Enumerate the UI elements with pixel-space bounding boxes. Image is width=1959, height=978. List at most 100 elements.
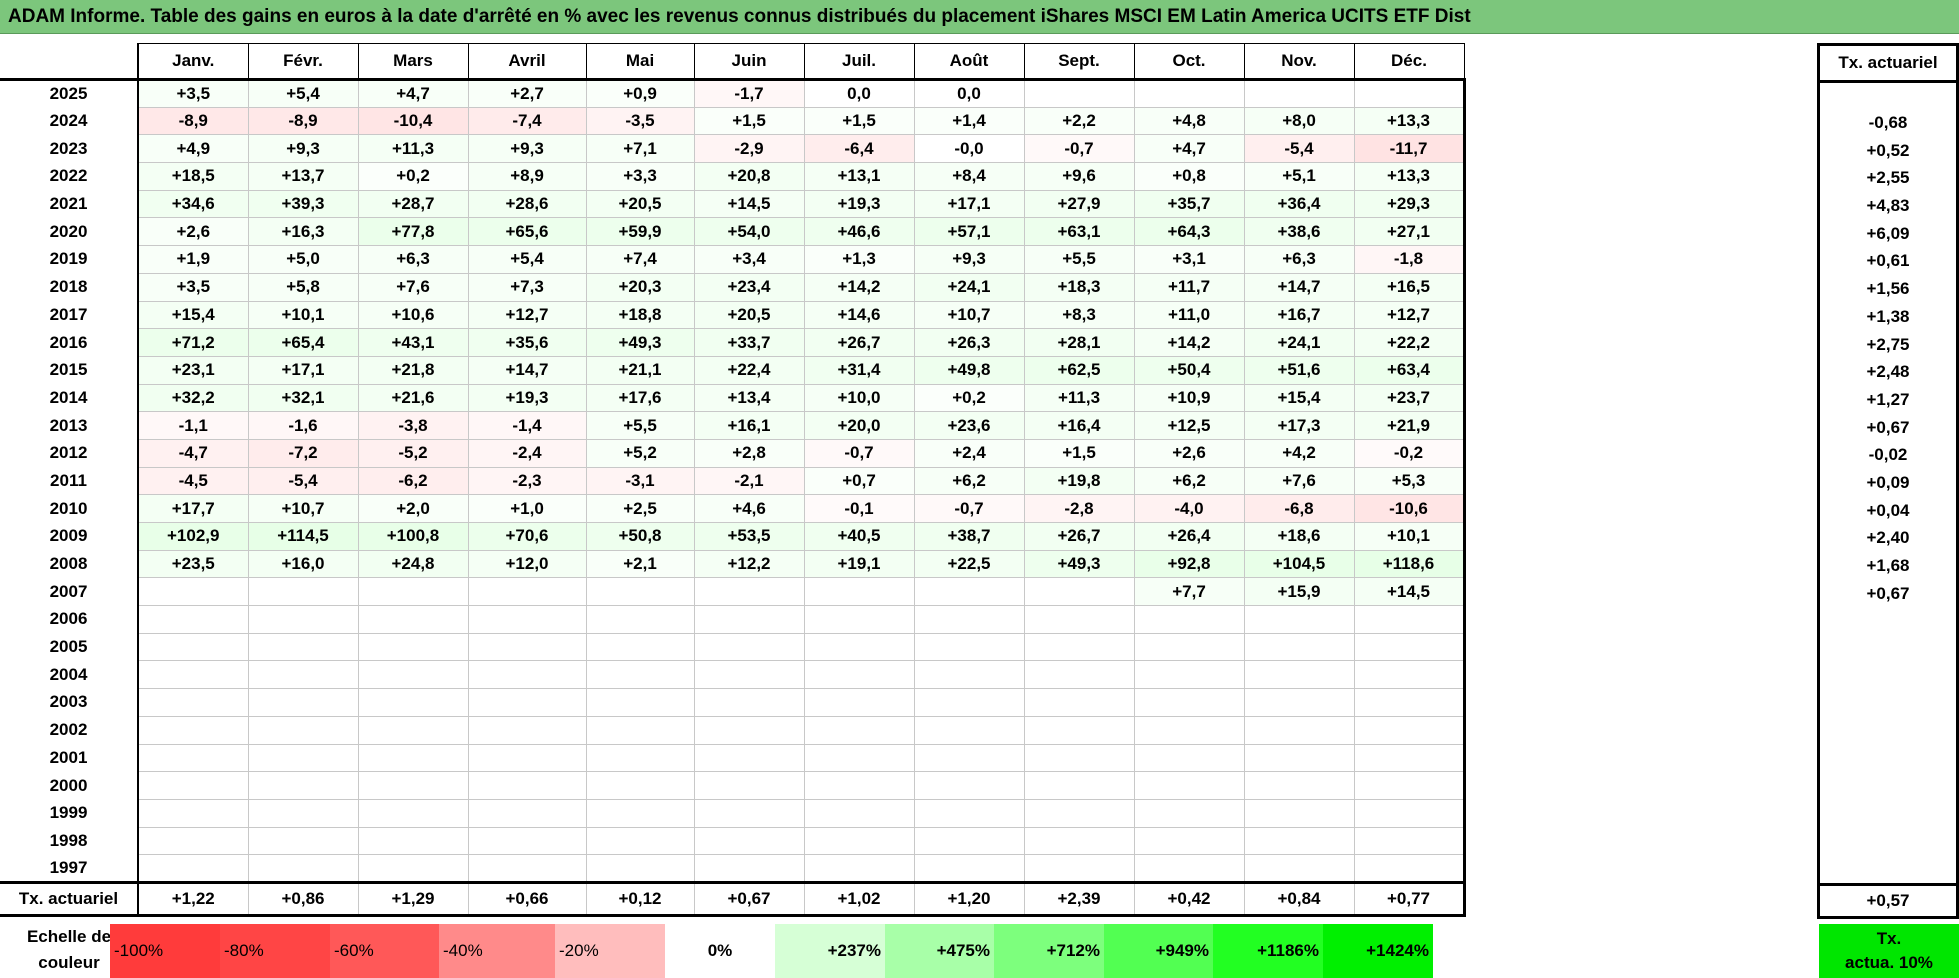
gain-cell: +8,9: [467, 162, 587, 191]
gain-cell: [1023, 854, 1135, 883]
color-scale-swatch: 0%: [665, 924, 775, 978]
rate-cell: +1,27: [1817, 386, 1959, 414]
gain-cell: [357, 743, 469, 773]
gain-cell: +23,6: [913, 411, 1025, 440]
gain-cell: [913, 632, 1025, 662]
table-row: 2019 +1,9 +5,0 +6,3 +5,4 +7,4 +3,4 +1,3 +9,3 +5,5…: [0, 245, 1466, 274]
gain-cell: [1353, 798, 1466, 828]
gain-cell: [803, 715, 915, 745]
gain-cell: [803, 826, 915, 856]
gain-cell: +23,5: [137, 549, 249, 579]
gain-cell: +2,5: [585, 494, 695, 523]
table-row: 2011 -4,5 -5,4 -6,2 -2,3 -3,1 -2,1 +0,7 +6,2 +19,…: [0, 466, 1466, 496]
gain-cell: +70,6: [467, 522, 587, 551]
gain-cell: +7,6: [1243, 466, 1355, 496]
gain-cell: +77,8: [357, 217, 469, 247]
gain-cell: -6,8: [1243, 494, 1355, 523]
gain-cell: [1353, 632, 1466, 662]
color-scale-swatch: +475%: [885, 924, 994, 978]
gain-cell: +16,7: [1243, 300, 1355, 330]
gain-cell: [1133, 632, 1245, 662]
gain-cell: +16,3: [247, 217, 359, 247]
gain-cell: [913, 743, 1025, 773]
color-scale-swatch: +1424%: [1323, 924, 1433, 978]
rate-cell: +0,67: [1817, 579, 1959, 608]
gain-cell: +38,6: [1243, 217, 1355, 247]
gain-cell: [137, 798, 249, 828]
rate-cell: +0,61: [1817, 247, 1959, 276]
gain-cell: [585, 577, 695, 607]
gain-cell: +13,3: [1353, 106, 1466, 136]
gain-cell: +1,4: [913, 106, 1025, 136]
year-label: 2010: [0, 494, 139, 523]
gain-cell: +26,7: [803, 328, 915, 357]
gain-cell: +35,7: [1133, 189, 1245, 219]
gain-cell: +2,0: [357, 494, 469, 523]
gain-cell: +31,4: [803, 355, 915, 385]
gain-cell: +8,4: [913, 162, 1025, 191]
table-row: 1999: [0, 798, 1466, 828]
gain-cell: [467, 798, 587, 828]
gain-cell: +5,5: [1023, 245, 1135, 274]
year-label: 1999: [0, 799, 139, 828]
gain-cell: +19,3: [803, 189, 915, 219]
gain-cell: [803, 743, 915, 773]
rate-table: Tx. actuariel -0,68 +0,52 +2,55 +4,83 +6,09 +…: [1817, 43, 1959, 919]
color-scale-swatch: -100%: [110, 924, 220, 978]
gain-cell: +92,8: [1133, 549, 1245, 579]
gain-cell: +15,9: [1243, 577, 1355, 607]
gain-cell: [247, 688, 359, 717]
gain-cell: +16,1: [693, 411, 805, 440]
gain-cell: +4,7: [1133, 134, 1245, 164]
gain-cell: +49,8: [913, 355, 1025, 385]
gain-cell: +3,4: [693, 245, 805, 274]
gain-cell: +7,6: [357, 272, 469, 302]
gain-cell: [1353, 605, 1466, 634]
gain-cell: [1243, 715, 1355, 745]
color-scale-swatch: -80%: [220, 924, 330, 978]
gain-cell: -8,9: [137, 106, 249, 136]
gain-cell: [1243, 79, 1355, 108]
gain-cell: +17,1: [247, 355, 359, 385]
color-scale-swatch: +712%: [994, 924, 1104, 978]
gain-cell: +20,0: [803, 411, 915, 440]
gain-cell: +5,2: [585, 438, 695, 468]
gain-cell: +0,2: [913, 383, 1025, 413]
gain-cell: +23,7: [1353, 383, 1466, 413]
gain-cell: -4,7: [137, 438, 249, 468]
gain-cell: [1023, 715, 1135, 745]
gain-cell: [1133, 79, 1245, 108]
gain-cell: +12,7: [467, 300, 587, 330]
gain-cell: [357, 605, 469, 634]
gain-cell: +10,1: [247, 300, 359, 330]
gain-cell: +40,5: [803, 522, 915, 551]
gain-cell: +2,7: [467, 79, 587, 108]
gain-cell: +28,6: [467, 189, 587, 219]
gain-cell: +0,9: [585, 79, 695, 108]
gain-cell: +0,2: [357, 162, 469, 191]
gain-cell: +13,3: [1353, 162, 1466, 191]
gain-cell: +9,3: [247, 134, 359, 164]
gain-cell: +62,5: [1023, 355, 1135, 385]
gain-cell: +13,4: [693, 383, 805, 413]
year-label: 2007: [0, 577, 139, 606]
gain-cell: [1243, 605, 1355, 634]
year-label: 2020: [0, 217, 139, 246]
gain-cell: +5,4: [467, 245, 587, 274]
gain-cell: -7,2: [247, 438, 359, 468]
gain-cell: +14,5: [693, 189, 805, 219]
gain-cell: [693, 798, 805, 828]
gain-cell: +63,1: [1023, 217, 1135, 247]
footer-rate-cell: +0,67: [693, 880, 804, 917]
gain-cell: +5,3: [1353, 466, 1466, 496]
rate-cell: [1817, 81, 1959, 110]
rate-cell: +1,68: [1817, 552, 1959, 580]
rate-cell: [1817, 746, 1959, 774]
gain-cell: +20,8: [693, 162, 805, 191]
gain-cell: [137, 826, 249, 856]
rate-cell: [1817, 662, 1959, 691]
gain-cell: [913, 771, 1025, 800]
footer-rate-cell: +0,77: [1353, 880, 1466, 917]
gain-cell: [467, 743, 587, 773]
color-scale-swatch: +237%: [775, 924, 885, 978]
